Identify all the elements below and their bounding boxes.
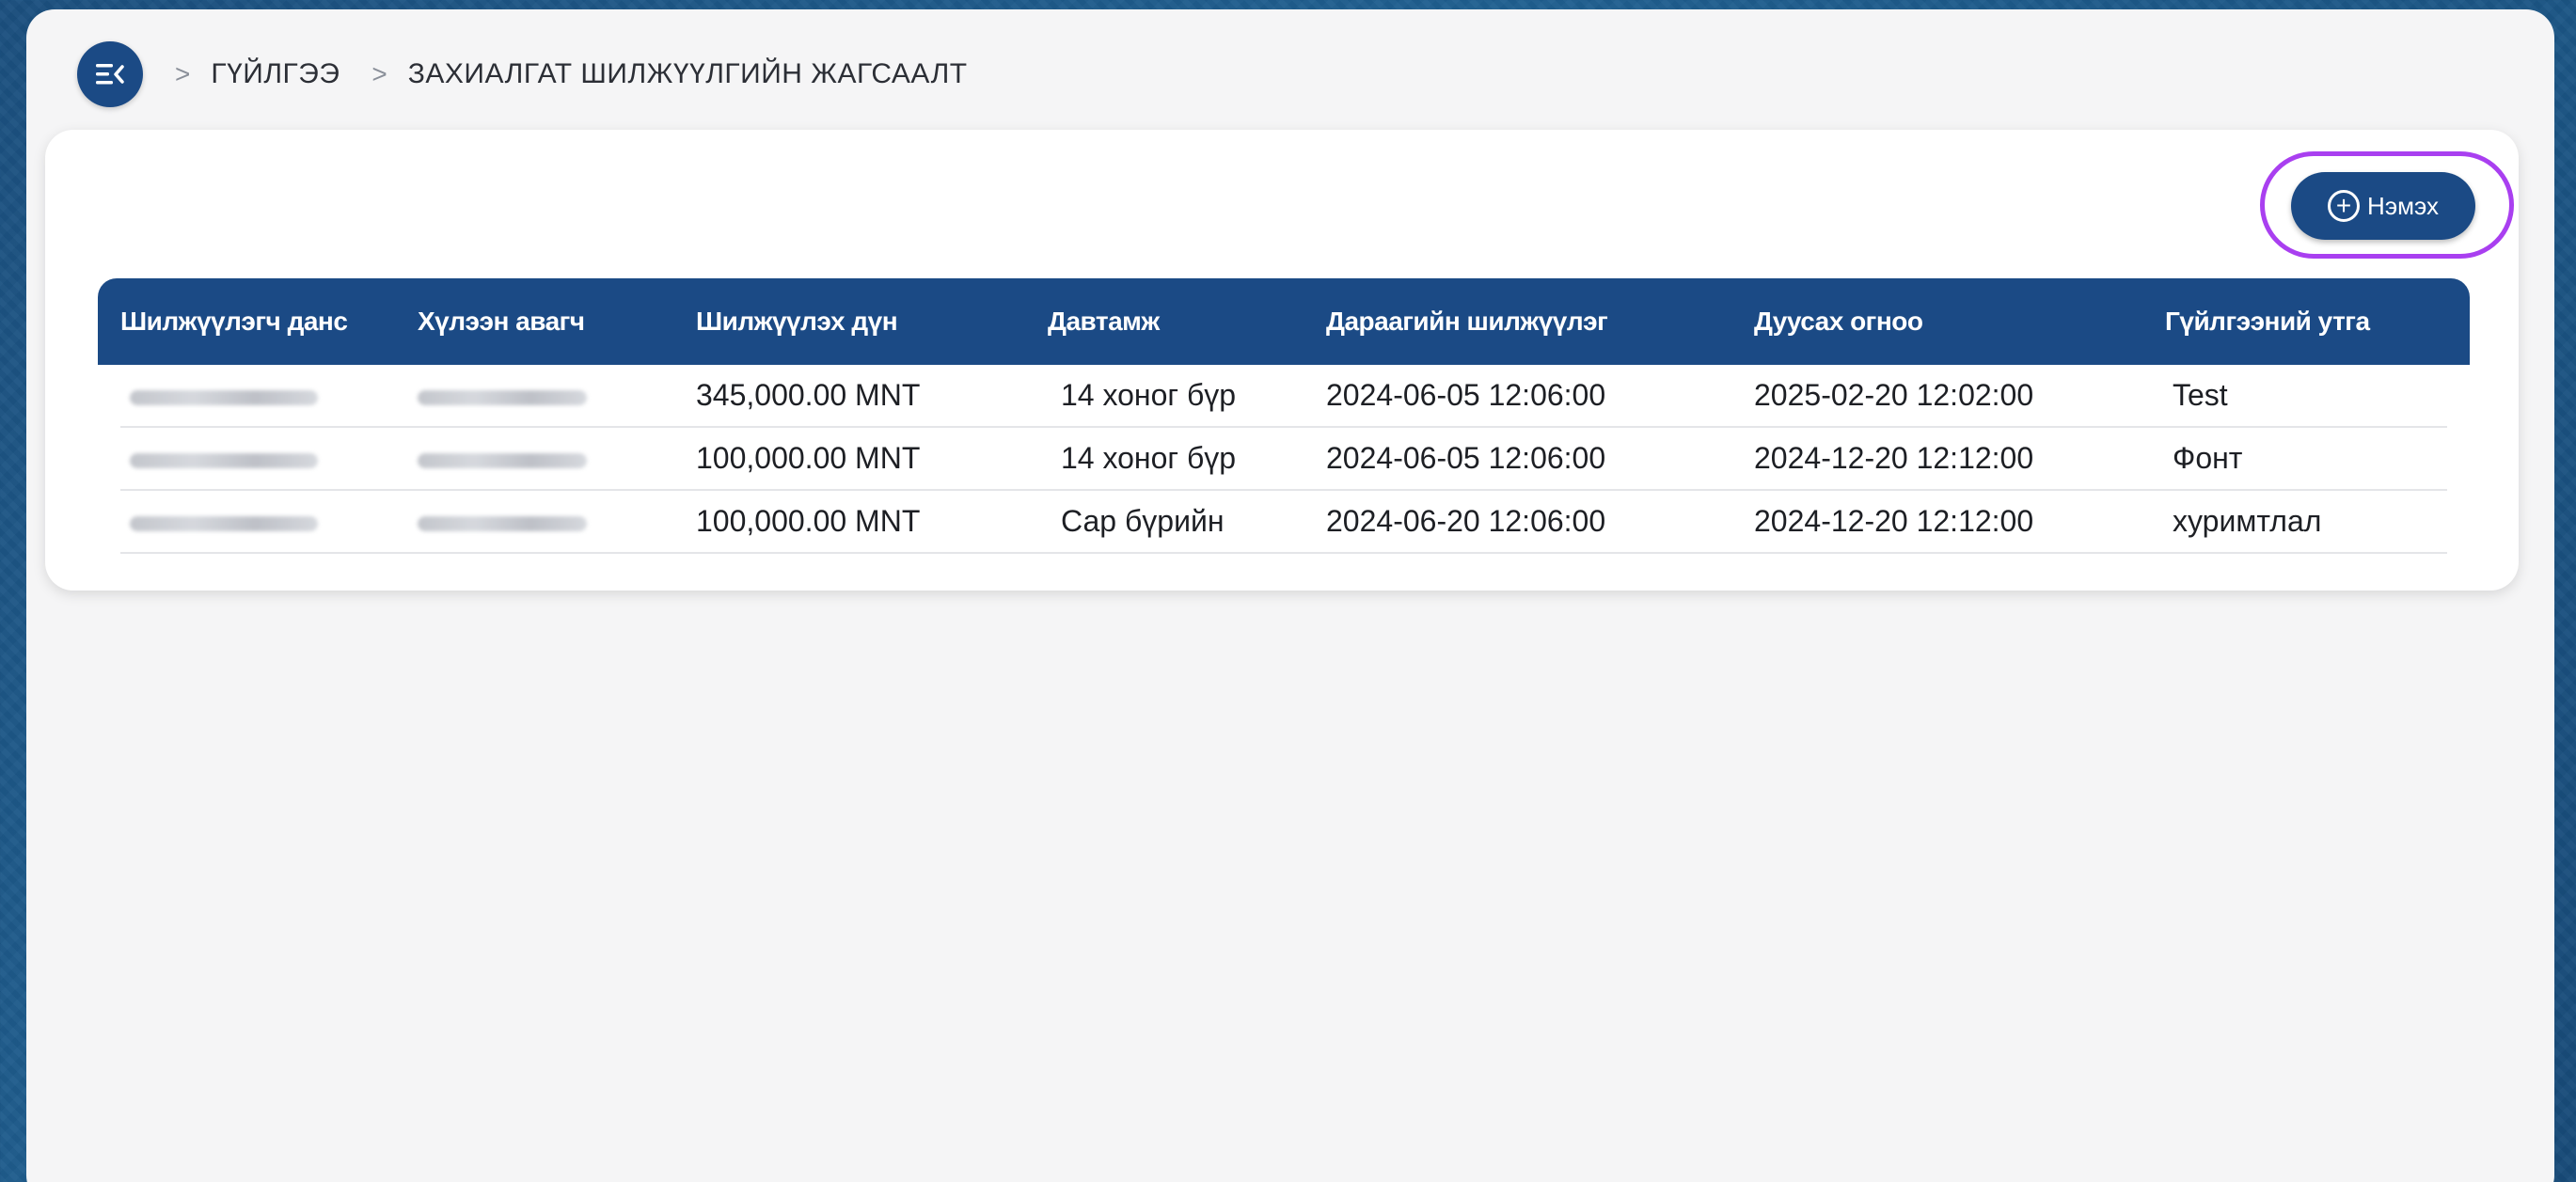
plus-circle-icon: + bbox=[2328, 190, 2361, 222]
description-cell: хуримтлал bbox=[2173, 504, 2322, 538]
recipient-cell bbox=[418, 504, 696, 539]
amount-cell: 100,000.00 MNT bbox=[696, 441, 921, 475]
column-header-amount[interactable]: Шилжүүлэх дүн bbox=[696, 307, 1048, 337]
scheduled-transfers-table: Шилжүүлэгч данс Хүлээн авагч Шилжүүлэх д… bbox=[98, 278, 2470, 554]
end-date-cell: 2025-02-20 12:02:00 bbox=[1754, 378, 2034, 412]
end-date-cell: 2024-12-20 12:12:00 bbox=[1754, 504, 2034, 538]
add-button-label: Нэмэх bbox=[2367, 191, 2439, 220]
redacted-account bbox=[130, 453, 318, 468]
next-transfer-cell: 2024-06-05 12:06:00 bbox=[1326, 378, 1606, 412]
redacted-account bbox=[418, 453, 587, 468]
breadcrumb-separator: > bbox=[371, 59, 387, 88]
redacted-account bbox=[130, 390, 318, 405]
table-row[interactable]: 100,000.00 MNT 14 хоног бүр 2024-06-05 1… bbox=[120, 428, 2447, 491]
scheduled-transfers-card: + Нэмэх Шилжүүлэгч данс Хүлээн авагч Шил… bbox=[45, 130, 2519, 591]
add-button[interactable]: + Нэмэх bbox=[2291, 172, 2475, 240]
frequency-cell: Сар бүрийн bbox=[1061, 504, 1225, 538]
recipient-cell bbox=[418, 378, 696, 413]
column-header-sender-account[interactable]: Шилжүүлэгч данс bbox=[98, 307, 418, 337]
table-header: Шилжүүлэгч данс Хүлээн авагч Шилжүүлэх д… bbox=[98, 278, 2470, 365]
redacted-account bbox=[418, 516, 587, 531]
table-row[interactable]: 100,000.00 MNT Сар бүрийн 2024-06-20 12:… bbox=[120, 491, 2447, 554]
menu-collapse-icon bbox=[96, 64, 124, 85]
amount-cell: 100,000.00 MNT bbox=[696, 504, 921, 538]
sender-account-cell bbox=[120, 504, 418, 539]
column-header-frequency[interactable]: Давтамж bbox=[1048, 307, 1326, 337]
breadcrumb: > ГҮЙЛГЭЭ > ЗАХИАЛГАТ ШИЛЖҮҮЛГИЙН ЖАГСАА… bbox=[77, 32, 968, 117]
breadcrumb-transactions[interactable]: ГҮЙЛГЭЭ bbox=[211, 58, 340, 90]
column-header-end-date[interactable]: Дуусах огноо bbox=[1754, 307, 2165, 337]
sender-account-cell bbox=[120, 441, 418, 476]
next-transfer-cell: 2024-06-05 12:06:00 bbox=[1326, 441, 1606, 475]
table-row[interactable]: 345,000.00 MNT 14 хоног бүр 2024-06-05 1… bbox=[120, 365, 2447, 428]
redacted-account bbox=[418, 390, 587, 405]
column-header-recipient[interactable]: Хүлээн авагч bbox=[418, 307, 696, 337]
breadcrumb-current: ЗАХИАЛГАТ ШИЛЖҮҮЛГИЙН ЖАГСААЛТ bbox=[407, 58, 968, 89]
app-window: > ГҮЙЛГЭЭ > ЗАХИАЛГАТ ШИЛЖҮҮЛГИЙН ЖАГСАА… bbox=[26, 9, 2554, 1182]
description-cell: Test bbox=[2173, 378, 2228, 412]
add-button-highlight: + Нэмэх bbox=[2260, 151, 2514, 259]
column-header-description[interactable]: Гүйлгээний утга bbox=[2165, 307, 2470, 337]
next-transfer-cell: 2024-06-20 12:06:00 bbox=[1326, 504, 1606, 538]
menu-toggle-button[interactable] bbox=[77, 41, 143, 107]
frequency-cell: 14 хоног бүр bbox=[1061, 378, 1237, 412]
column-header-next-transfer[interactable]: Дараагийн шилжүүлэг bbox=[1326, 307, 1754, 337]
recipient-cell bbox=[418, 441, 696, 476]
breadcrumb-separator: > bbox=[175, 59, 191, 88]
end-date-cell: 2024-12-20 12:12:00 bbox=[1754, 441, 2034, 475]
frequency-cell: 14 хоног бүр bbox=[1061, 441, 1237, 475]
description-cell: Фонт bbox=[2173, 441, 2243, 475]
redacted-account bbox=[130, 516, 318, 531]
amount-cell: 345,000.00 MNT bbox=[696, 378, 921, 412]
sender-account-cell bbox=[120, 378, 418, 413]
